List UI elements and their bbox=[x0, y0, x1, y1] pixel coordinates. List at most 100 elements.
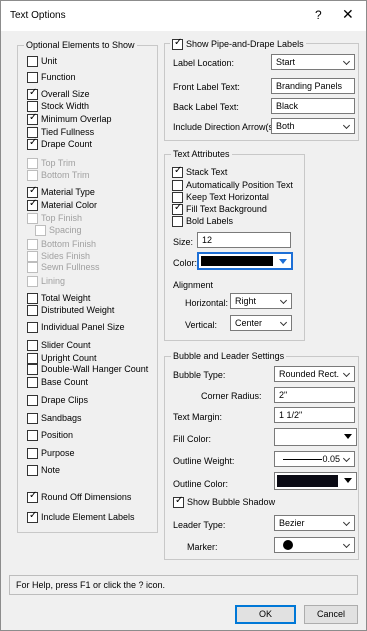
front-label-label: Front Label Text: bbox=[173, 82, 240, 92]
show-bubble-shadow-box[interactable] bbox=[173, 495, 184, 508]
cancel-button[interactable]: Cancel bbox=[304, 605, 358, 624]
checkbox[interactable] bbox=[27, 339, 38, 351]
optional-item-base-count[interactable]: Base Count bbox=[27, 376, 88, 388]
optional-item-slider-count[interactable]: Slider Count bbox=[27, 339, 91, 351]
checkbox[interactable] bbox=[27, 376, 38, 388]
status-text: For Help, press F1 or click the ? icon. bbox=[16, 580, 166, 590]
optional-item-material-color[interactable]: Material Color bbox=[27, 198, 97, 211]
text-color-swatch bbox=[201, 256, 273, 266]
size-input[interactable]: 12 bbox=[197, 232, 291, 248]
checkbox[interactable] bbox=[27, 490, 38, 503]
bold-labels-box[interactable] bbox=[172, 215, 183, 227]
optional-item-function[interactable]: Function bbox=[27, 71, 76, 83]
checkbox bbox=[35, 224, 46, 236]
optional-item-material-type[interactable]: Material Type bbox=[27, 185, 95, 198]
optional-item-total-weight[interactable]: Total Weight bbox=[27, 292, 90, 304]
fill-background-checkbox[interactable]: Fill Text Background bbox=[172, 202, 267, 215]
optional-elements-title: Optional Elements to Show bbox=[24, 40, 137, 51]
optional-item-distributed-weight[interactable]: Distributed Weight bbox=[27, 304, 114, 316]
outline-color-select[interactable] bbox=[274, 472, 357, 490]
optional-item-round-off-dimensions[interactable]: Round Off Dimensions bbox=[27, 490, 131, 503]
optional-item-unit[interactable]: Unit bbox=[27, 55, 57, 67]
front-label-input[interactable]: Branding Panels bbox=[271, 78, 355, 94]
stack-text-checkbox[interactable]: Stack Text bbox=[172, 165, 227, 178]
marker-select[interactable] bbox=[274, 537, 355, 553]
checkbox[interactable] bbox=[27, 394, 38, 406]
optional-item-double-wall-hanger-count[interactable]: Double-Wall Hanger Count bbox=[27, 363, 148, 375]
checkbox[interactable] bbox=[27, 363, 38, 375]
optional-item-sandbags[interactable]: Sandbags bbox=[27, 412, 82, 424]
fill-color-select[interactable] bbox=[274, 428, 357, 446]
checkbox[interactable] bbox=[27, 510, 38, 523]
show-bubble-shadow-checkbox[interactable]: Show Bubble Shadow bbox=[173, 495, 276, 508]
checkbox bbox=[27, 169, 38, 181]
checkbox-label: Spacing bbox=[49, 225, 82, 235]
optional-item-overall-size[interactable]: Overall Size bbox=[27, 87, 90, 100]
label-location-select[interactable]: Start bbox=[271, 54, 355, 70]
checkbox[interactable] bbox=[27, 185, 38, 198]
checkbox-label: Overall Size bbox=[41, 89, 90, 99]
help-icon[interactable]: ? bbox=[315, 8, 322, 22]
checkbox[interactable] bbox=[27, 87, 38, 100]
checkbox[interactable] bbox=[27, 321, 38, 333]
checkbox-label: Bottom Finish bbox=[41, 239, 97, 249]
checkbox[interactable] bbox=[27, 464, 38, 476]
checkbox[interactable] bbox=[27, 112, 38, 125]
corner-radius-input[interactable]: 2" bbox=[274, 387, 355, 403]
checkbox[interactable] bbox=[27, 292, 38, 304]
bold-labels-checkbox[interactable]: Bold Labels bbox=[172, 215, 233, 227]
keep-horizontal-checkbox[interactable]: Keep Text Horizontal bbox=[172, 191, 269, 203]
horizontal-align-select[interactable]: Right bbox=[230, 293, 292, 309]
optional-item-note[interactable]: Note bbox=[27, 464, 60, 476]
checkbox[interactable] bbox=[27, 198, 38, 211]
text-margin-label: Text Margin: bbox=[173, 412, 223, 422]
checkbox-label: Function bbox=[41, 72, 76, 82]
optional-item-include-element-labels[interactable]: Include Element Labels bbox=[27, 510, 135, 523]
checkbox-label: Material Type bbox=[41, 187, 95, 197]
checkbox[interactable] bbox=[27, 100, 38, 112]
chevron-down-icon bbox=[279, 259, 287, 264]
checkbox[interactable] bbox=[27, 55, 38, 67]
checkbox-label: Note bbox=[41, 465, 61, 475]
auto-position-checkbox[interactable]: Automatically Position Text bbox=[172, 179, 293, 191]
text-color-select[interactable] bbox=[197, 252, 293, 270]
optional-item-drape-clips[interactable]: Drape Clips bbox=[27, 394, 88, 406]
back-label-input[interactable]: Black bbox=[271, 98, 355, 114]
show-bubble-shadow-label: Show Bubble Shadow bbox=[187, 497, 276, 507]
show-pipe-drape-labels-box[interactable] bbox=[172, 37, 183, 50]
vertical-label: Vertical: bbox=[185, 320, 218, 330]
checkbox[interactable] bbox=[27, 304, 38, 316]
optional-item-bottom-finish: Bottom Finish bbox=[27, 238, 96, 250]
checkbox[interactable] bbox=[27, 412, 38, 424]
leader-type-select[interactable]: Bezier bbox=[274, 515, 355, 531]
auto-position-box[interactable] bbox=[172, 179, 183, 191]
text-margin-input[interactable]: 1 1/2" bbox=[274, 407, 355, 423]
optional-item-individual-panel-size[interactable]: Individual Panel Size bbox=[27, 321, 125, 333]
checkbox-label: Position bbox=[41, 430, 74, 440]
fill-background-box[interactable] bbox=[172, 202, 183, 215]
outline-weight-select[interactable]: 0.05 bbox=[274, 451, 355, 467]
checkbox[interactable] bbox=[27, 352, 38, 364]
checkbox[interactable] bbox=[27, 429, 38, 441]
direction-arrow-select[interactable]: Both bbox=[271, 118, 355, 134]
chevron-down-icon bbox=[344, 478, 352, 483]
ok-button[interactable]: OK bbox=[235, 605, 296, 624]
checkbox bbox=[27, 212, 38, 224]
optional-item-minimum-overlap[interactable]: Minimum Overlap bbox=[27, 112, 112, 125]
optional-item-purpose[interactable]: Purpose bbox=[27, 447, 75, 459]
vertical-align-select[interactable]: Center bbox=[230, 315, 292, 331]
optional-item-position[interactable]: Position bbox=[27, 429, 73, 441]
checkbox[interactable] bbox=[27, 447, 38, 459]
checkbox[interactable] bbox=[27, 71, 38, 83]
close-icon[interactable]: ✕ bbox=[342, 6, 354, 23]
direction-arrow-label: Include Direction Arrow(s): bbox=[173, 122, 279, 132]
show-pipe-drape-labels-checkbox[interactable]: Show Pipe-and-Drape Labels bbox=[170, 37, 306, 50]
marker-label: Marker: bbox=[187, 542, 218, 552]
checkbox[interactable] bbox=[27, 137, 38, 150]
color-label: Color: bbox=[173, 258, 198, 268]
stack-text-box[interactable] bbox=[172, 165, 183, 178]
bubble-leader-title: Bubble and Leader Settings bbox=[171, 351, 287, 362]
optional-item-drape-count[interactable]: Drape Count bbox=[27, 137, 92, 150]
bubble-type-select[interactable]: Rounded Rect. bbox=[274, 366, 355, 382]
optional-item-stock-width[interactable]: Stock Width bbox=[27, 100, 89, 112]
